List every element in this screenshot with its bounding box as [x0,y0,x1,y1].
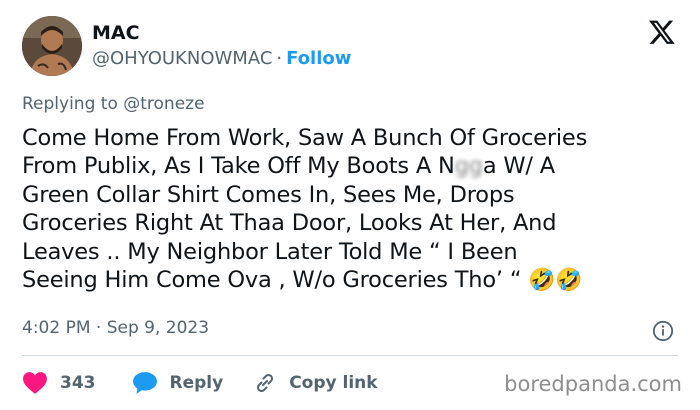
action-bar: 343 Reply Copy link [22,370,378,396]
tweet-time: 4:02 PM [22,318,91,338]
tweet-text: Come Home From Work, Saw A Bunch Of Groc… [22,124,682,295]
tweet-timestamp[interactable]: 4:02 PM · Sep 9, 2023 [22,318,209,338]
reply-button[interactable]: Reply [132,371,224,395]
x-logo-icon[interactable] [648,18,676,46]
watermark: boredpanda.com [504,372,682,396]
tweet-date: Sep 9, 2023 [106,318,210,338]
reply-label: Reply [169,373,224,393]
replying-to: Replying to @troneze [22,94,205,114]
follow-button[interactable]: Follow [286,48,351,69]
separator: · [95,318,102,338]
divider [22,355,678,356]
tweet-line: Leaves .. My Neighbor Later Told Me “ I … [22,238,518,265]
author-handle[interactable]: @OHYOUKNOWMAC [92,48,272,69]
tweet-line-2-start: From Publix, As I Take Off My Boots A N [22,153,455,180]
censored-word: gg [454,153,483,180]
replying-to-prefix: Replying to [22,94,118,114]
tweet-line: Groceries Right At Thaa Door, Looks At H… [22,210,557,237]
like-button[interactable]: 343 [22,371,96,395]
avatar[interactable] [22,16,82,76]
author-handle-row: @OHYOUKNOWMAC · Follow [92,48,351,69]
copy-link-label: Copy link [289,373,378,393]
tweet-line: Come Home From Work, Saw A Bunch Of Groc… [22,125,588,151]
tweet-line: Seeing Him Come Ova , W/o Groceries Tho’… [22,266,682,295]
like-count: 343 [60,373,96,393]
laughing-emoji: 🤣🤣 [528,268,583,294]
separator: · [276,48,283,69]
replying-to-mention[interactable]: @troneze [123,94,204,114]
reply-bubble-icon [132,372,157,394]
tweet-line: Green Collar Shirt Comes In, Sees Me, Dr… [22,181,515,208]
copy-link-button[interactable]: Copy link [253,371,378,395]
tweet-line-2-tail: a W/ A [482,153,555,180]
tweet-line-6-text: Seeing Him Come Ova , W/o Groceries Tho’… [22,267,522,294]
heart-icon [23,372,47,394]
info-icon[interactable] [652,320,674,342]
link-icon [257,373,274,393]
author-name[interactable]: MAC [92,22,140,44]
tweet-line: From Publix, As I Take Off My Boots A Ng… [22,152,682,180]
